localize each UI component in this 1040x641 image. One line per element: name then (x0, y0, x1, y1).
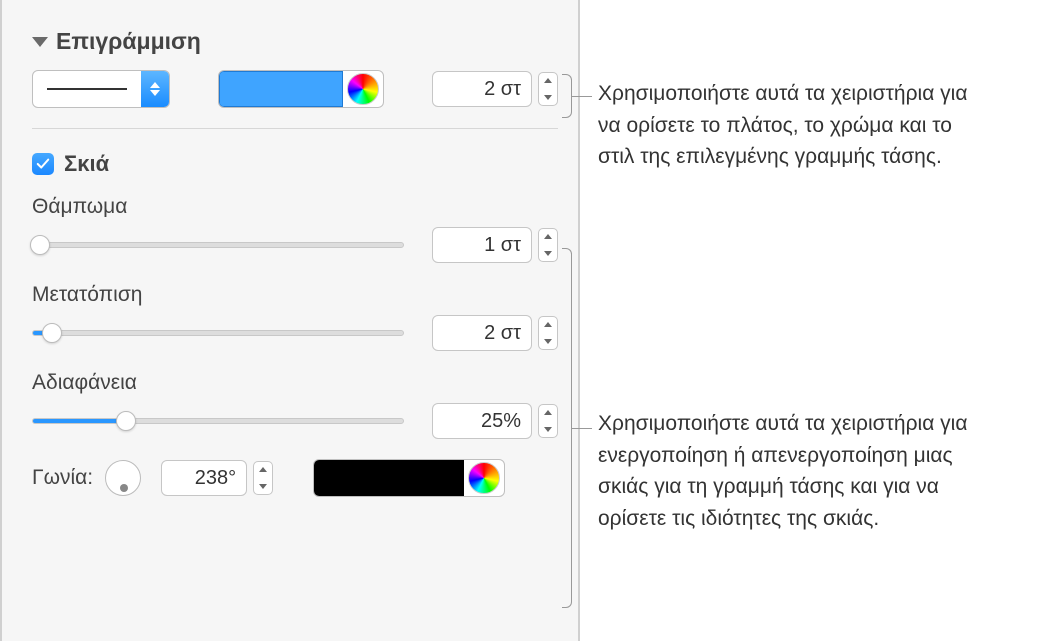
callout-bracket (562, 74, 572, 118)
offset-stepper (432, 315, 558, 351)
angle-label: Γωνία: (32, 466, 93, 490)
stepper-up-icon[interactable] (539, 229, 557, 245)
blur-input[interactable] (432, 227, 532, 263)
angle-dial[interactable] (105, 460, 141, 496)
opacity-input[interactable] (432, 403, 532, 439)
stroke-style-preview (33, 71, 141, 107)
check-icon (36, 157, 50, 171)
angle-dot-icon (120, 484, 128, 492)
colorwheel-icon[interactable] (347, 73, 379, 105)
stepper-down-icon[interactable] (539, 90, 557, 106)
stepper-down-icon[interactable] (539, 246, 557, 262)
blur-stepper (432, 227, 558, 263)
stroke-color-swatch[interactable] (219, 71, 343, 107)
offset-group: Μετατόπιση (32, 283, 558, 351)
offset-input[interactable] (432, 315, 532, 351)
blur-group: Θάμπωμα (32, 195, 558, 263)
angle-input[interactable] (161, 460, 247, 496)
stepper-down-icon[interactable] (539, 334, 557, 350)
shadow-checkbox-row: Σκιά (32, 151, 558, 177)
offset-stepper-buttons[interactable] (538, 316, 558, 350)
opacity-stepper-buttons[interactable] (538, 404, 558, 438)
shadow-color-swatch[interactable] (314, 460, 464, 496)
blur-label: Θάμπωμα (32, 195, 558, 219)
opacity-stepper (432, 403, 558, 439)
colorwheel-icon[interactable] (468, 462, 500, 494)
stroke-section-title: Επιγράμμιση (56, 28, 201, 55)
angle-stepper (161, 460, 273, 496)
callout-bracket (562, 248, 572, 608)
offset-slider[interactable] (32, 323, 404, 343)
callout-line (572, 428, 592, 429)
inspector-panel: Επιγράμμιση Σκιά Θά (0, 0, 580, 641)
disclosure-down-icon (32, 37, 48, 47)
shadow-color-well[interactable] (313, 459, 505, 497)
line-sample-icon (47, 88, 127, 90)
stroke-style-dropdown[interactable] (32, 70, 170, 108)
stroke-width-stepper (432, 71, 558, 107)
opacity-slider[interactable] (32, 411, 404, 431)
offset-label: Μετατόπιση (32, 283, 558, 307)
stroke-callout: Χρησιμοποιήστε αυτά τα χειριστήρια για ν… (598, 78, 978, 173)
stepper-down-icon[interactable] (254, 479, 272, 495)
shadow-checkbox[interactable] (32, 153, 54, 175)
angle-stepper-buttons[interactable] (253, 461, 273, 495)
stroke-width-input[interactable] (432, 71, 532, 107)
angle-row: Γωνία: (32, 459, 558, 497)
opacity-label: Αδιαφάνεια (32, 371, 558, 395)
callouts-area: Χρησιμοποιήστε αυτά τα χειριστήρια για ν… (580, 0, 1040, 641)
stroke-color-well[interactable] (218, 70, 384, 108)
callout-line (572, 96, 592, 97)
shadow-label: Σκιά (64, 151, 109, 177)
shadow-callout: Χρησιμοποιήστε αυτά τα χειριστήρια για ε… (598, 408, 978, 534)
stepper-up-icon[interactable] (539, 405, 557, 421)
stepper-down-icon[interactable] (539, 422, 557, 438)
divider (32, 128, 558, 129)
stroke-width-stepper-buttons[interactable] (538, 72, 558, 106)
stroke-controls-row (32, 70, 558, 108)
stepper-up-icon[interactable] (539, 317, 557, 333)
stepper-up-icon[interactable] (254, 462, 272, 478)
blur-stepper-buttons[interactable] (538, 228, 558, 262)
opacity-group: Αδιαφάνεια (32, 371, 558, 439)
stepper-up-icon[interactable] (539, 73, 557, 89)
stroke-section-header[interactable]: Επιγράμμιση (32, 28, 558, 55)
dropdown-arrows-icon (141, 71, 169, 107)
blur-slider[interactable] (32, 235, 404, 255)
